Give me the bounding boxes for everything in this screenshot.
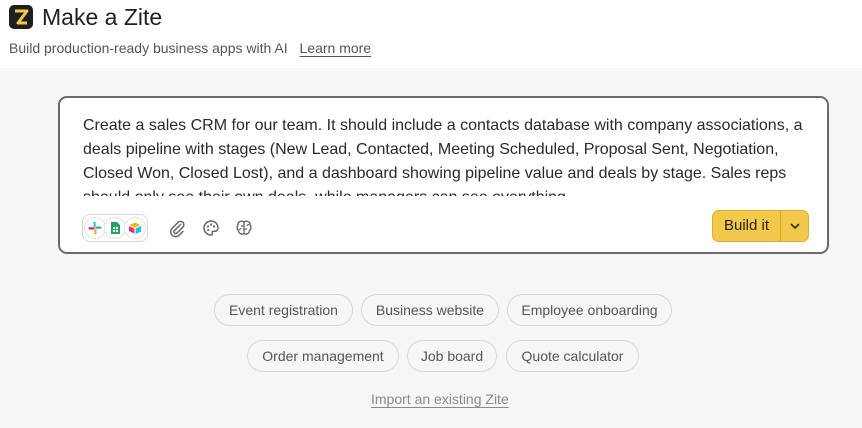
paperclip-icon[interactable] xyxy=(167,218,187,238)
prompt-box[interactable]: Create a sales CRM for our team. It shou… xyxy=(58,96,829,254)
suggestion-chip[interactable]: Job board xyxy=(407,340,497,372)
learn-more-link[interactable]: Learn more xyxy=(300,40,372,56)
header: Make a Zite Build production-ready busin… xyxy=(0,0,862,68)
suggestion-chip[interactable]: Event registration xyxy=(214,294,353,326)
prompt-textarea[interactable]: Create a sales CRM for our team. It shou… xyxy=(83,114,813,196)
suggestion-chip[interactable]: Employee onboarding xyxy=(507,294,672,326)
palette-icon[interactable] xyxy=(201,218,221,238)
page-subtitle: Build production-ready business apps wit… xyxy=(9,39,371,57)
build-button-group: Build it xyxy=(712,210,809,242)
suggestion-chip[interactable]: Order management xyxy=(247,340,399,372)
import-zite-link[interactable]: Import an existing Zite xyxy=(371,390,509,408)
brain-icon[interactable] xyxy=(234,218,254,238)
slack-icon xyxy=(85,218,105,238)
chevron-down-icon[interactable] xyxy=(781,211,809,241)
suggestion-chip[interactable]: Quote calculator xyxy=(506,340,639,372)
integrations-button[interactable] xyxy=(82,214,148,242)
page-title: Make a Zite xyxy=(42,4,163,30)
airtable-icon xyxy=(125,218,145,238)
zite-logo-icon xyxy=(9,5,33,29)
google-sheets-icon xyxy=(105,218,125,238)
build-it-button[interactable]: Build it xyxy=(713,211,780,241)
subtitle-text: Build production-ready business apps wit… xyxy=(9,40,288,56)
suggestion-chip[interactable]: Business website xyxy=(361,294,499,326)
